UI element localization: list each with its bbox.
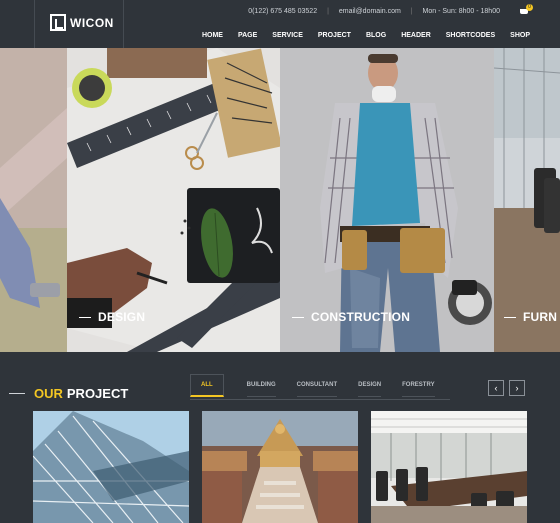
project-thumbnail-building[interactable] <box>33 411 189 523</box>
tab-forestry[interactable]: FORESTRY <box>402 374 435 397</box>
projects-heading-rest: PROJECT <box>66 386 129 401</box>
nav-item-project[interactable]: PROJECT <box>318 32 351 39</box>
project-image-temple <box>202 411 358 523</box>
logo-icon <box>50 14 66 31</box>
hero-image-office <box>494 48 560 352</box>
nav-item-page[interactable]: PAGE <box>238 32 257 39</box>
hero-panel-label-design[interactable]: DESIGN <box>79 310 145 324</box>
hero-panel-construction[interactable]: CONSTRUCTION <box>280 48 494 352</box>
carousel-arrows: ‹ › <box>483 380 525 396</box>
hero-panel-label-construction[interactable]: CONSTRUCTION <box>292 310 410 324</box>
opening-hours: Mon - Sun: 8h00 - 18h00 <box>422 8 500 15</box>
project-filter-tabs: ALL BUILDING CONSULTANT DESIGN FORESTRY <box>190 374 456 397</box>
phone-number: 0(122) 675 485 03522 <box>248 8 318 15</box>
nav-item-shortcodes[interactable]: SHORTCODES <box>446 32 495 39</box>
project-image-conference-room <box>371 411 527 523</box>
hero-slider: DESIGN CONSTRUCTION FURN <box>0 48 560 352</box>
page: WICON 0(122) 675 485 03522 | email@domai… <box>0 0 560 523</box>
nav-item-home[interactable]: HOME <box>202 32 223 39</box>
hero-panel-design[interactable]: DESIGN <box>67 48 280 352</box>
nav-item-blog[interactable]: BLOG <box>366 32 386 39</box>
next-arrow-icon[interactable]: › <box>509 380 525 396</box>
tab-design[interactable]: DESIGN <box>358 374 382 397</box>
projects-heading: OUR PROJECT <box>9 386 128 401</box>
hero-image-construction-worker <box>280 48 494 352</box>
tab-consultant[interactable]: CONSULTANT <box>296 374 338 397</box>
project-thumbnail-office[interactable] <box>371 411 527 523</box>
tab-all[interactable]: ALL <box>190 374 224 397</box>
site-header: WICON 0(122) 675 485 03522 | email@domai… <box>0 0 560 48</box>
hero-panel-label-furniture[interactable]: FURN <box>504 310 557 324</box>
hero-panel-furniture[interactable]: FURN <box>494 48 560 352</box>
email-address[interactable]: email@domain.com <box>339 8 401 15</box>
nav-item-header[interactable]: HEADER <box>401 32 431 39</box>
projects-section: OUR PROJECT ALL BUILDING CONSULTANT DESI… <box>0 352 560 523</box>
prev-arrow-icon[interactable]: ‹ <box>488 380 504 396</box>
nav-item-shop[interactable]: SHOP <box>510 32 530 39</box>
nav-item-service[interactable]: SERVICE <box>272 32 303 39</box>
logo-text: WICON <box>70 16 114 30</box>
projects-heading-accent: OUR <box>34 386 63 401</box>
top-info-bar: 0(122) 675 485 03522 | email@domain.com … <box>248 8 500 15</box>
hero-image-design-desk <box>67 48 280 352</box>
main-nav: HOME PAGE SERVICE PROJECT BLOG HEADER SH… <box>187 32 530 39</box>
cart-icon[interactable]: 0 <box>520 4 533 15</box>
tabs-underline <box>190 399 450 400</box>
hero-panel-partial-left[interactable] <box>0 48 67 352</box>
project-image-glass-building <box>33 411 189 523</box>
cart-count-badge: 0 <box>526 4 533 11</box>
tab-building[interactable]: BUILDING <box>246 374 276 397</box>
project-thumbnail-temple[interactable] <box>202 411 358 523</box>
hero-image-worker <box>0 48 67 352</box>
logo[interactable]: WICON <box>34 0 124 48</box>
